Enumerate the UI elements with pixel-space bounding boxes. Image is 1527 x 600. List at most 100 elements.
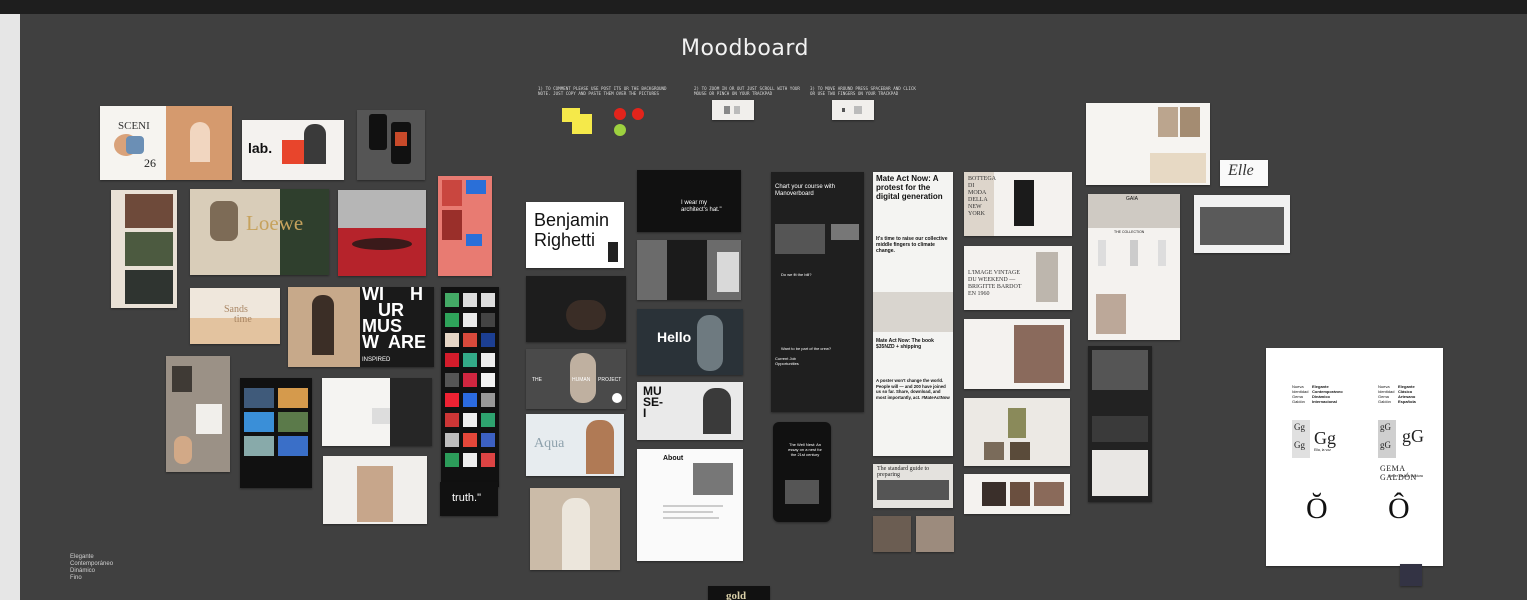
card-fashion-site[interactable]	[322, 378, 432, 446]
card-mate-act-now[interactable]: Mate Act Now: A protest for the digital …	[873, 172, 953, 456]
card-red-grid[interactable]	[438, 176, 492, 276]
keyword-1: Elegante	[70, 554, 94, 560]
hello-text: Hello	[657, 329, 692, 345]
keyword-2: Contemporáneo	[70, 561, 114, 567]
card-photo-blog[interactable]	[240, 378, 312, 488]
spec-name: GEMA GALDÓN	[1380, 464, 1417, 482]
card-gold[interactable]: gold	[708, 586, 770, 600]
mateact-body: It's time to raise our collective middle…	[876, 236, 948, 254]
card-runway-lineup[interactable]	[1194, 195, 1290, 253]
card-chairs[interactable]	[166, 356, 230, 472]
keyword-3: Dinámico	[70, 568, 96, 574]
lab-title: lab.	[248, 140, 273, 156]
card-bottega[interactable]: BOTTEGA DI MODA DELLA NEW YORK	[964, 172, 1072, 236]
bottega-text: BOTTEGA DI MODA DELLA NEW YORK	[968, 176, 996, 217]
card-portrait-grid[interactable]	[323, 456, 427, 524]
truth-text: truth."	[452, 492, 481, 504]
aqua-title: Aqua	[534, 436, 565, 451]
human-mid: HUMAN	[572, 377, 591, 383]
spec-gg-1: Gg	[1294, 422, 1305, 432]
card-mobile-app[interactable]	[357, 110, 425, 180]
spec-gg-4: gG	[1380, 422, 1391, 432]
card-coat[interactable]	[530, 488, 620, 570]
spec-left-label-4: Galdón	[1292, 399, 1305, 404]
top-toolbar	[0, 0, 1527, 14]
manoverboard-q3: Current Job Opportunities	[775, 356, 799, 366]
sands-subtitle: time	[234, 314, 252, 325]
card-hello[interactable]: Hello	[637, 309, 743, 375]
card-aqua[interactable]: Aqua	[526, 414, 624, 476]
card-runway[interactable]	[964, 319, 1070, 389]
card-sands[interactable]: Sands time	[190, 288, 280, 344]
moodboard-canvas[interactable]: Moodboard 1) To comment please use post …	[20, 14, 1527, 600]
spec-glyph-2: Ô	[1388, 492, 1410, 525]
card-lab[interactable]: lab.	[242, 120, 344, 180]
card-green-dress[interactable]	[964, 398, 1070, 466]
card-eye-closeup[interactable]	[338, 190, 426, 276]
manoverboard-headline: Chart your course with Manoverboard	[775, 184, 836, 197]
manoverboard-q2: Want to be part of the crew?	[781, 346, 832, 351]
green-dot-marker[interactable]	[614, 124, 626, 136]
instruction-comment: 1) To comment please use post its or the…	[538, 86, 667, 96]
card-benjamin[interactable]: Benjamin Righetti	[526, 202, 624, 268]
card-about[interactable]: About	[637, 449, 743, 561]
card-muse[interactable]: MUSE-I	[637, 382, 743, 440]
vintage-text: L'IMAGE VINTAGE DU WEEKEND — BRIGITTE BA…	[968, 270, 1022, 297]
gaia-title: GAIA	[1126, 196, 1138, 202]
phone-article-text: The Well Nest: An essay on a nest for th…	[788, 442, 822, 457]
board-title: Moodboard	[681, 36, 809, 61]
card-book-spread-1[interactable]	[873, 516, 911, 552]
card-manoverboard[interactable]: Chart your course with Manoverboard Do w…	[771, 172, 864, 412]
wiurmus-line-6: ARE	[388, 332, 427, 352]
about-title: About	[663, 455, 684, 462]
spec-gg-3: Gg	[1314, 428, 1336, 448]
card-poster-grid[interactable]	[441, 287, 499, 487]
keywords-list: Elegante Contemporáneo Dinámico Fino	[70, 554, 113, 582]
gold-text: gold	[726, 590, 747, 600]
zoom-example-image[interactable]	[712, 100, 754, 120]
card-wiurmus[interactable]: WI H UR MUS W ARE INSPIRED	[288, 287, 434, 367]
card-model-strip[interactable]	[964, 474, 1070, 514]
spec-sub-1: Ella, la voz	[1314, 448, 1331, 452]
card-phone-article[interactable]: The Well Nest: An essay on a nest for th…	[773, 422, 831, 522]
card-vintage[interactable]: L'IMAGE VINTAGE DU WEEKEND — BRIGITTE BA…	[964, 246, 1072, 310]
card-bw-fashion[interactable]	[637, 240, 741, 300]
move-example-image[interactable]	[832, 100, 874, 120]
keyword-4: Fino	[70, 575, 82, 581]
red-dot-marker[interactable]	[614, 108, 626, 120]
instruction-zoom: 2) To zoom in or out just scroll with yo…	[694, 86, 800, 96]
standard-guide-text: The standard guide to preparing	[877, 466, 930, 478]
card-loewe[interactable]: Loewe	[190, 189, 329, 275]
card-book-spread-2[interactable]	[916, 516, 954, 552]
card-script-signature[interactable]: Elle	[1220, 160, 1268, 186]
human-right: PROJECT	[598, 377, 622, 383]
card-type-specimen[interactable]: Nueva Identidad Gema Galdón Elegante Con…	[1266, 348, 1443, 566]
spec-right-label-4: Galdón	[1378, 399, 1391, 404]
card-thumbnail-night[interactable]	[1400, 564, 1422, 586]
red-dot-marker[interactable]	[632, 108, 644, 120]
muse-text: MUSE-I	[643, 384, 664, 420]
sticky-note[interactable]	[572, 114, 592, 134]
card-architect[interactable]: I wear my architect's hat."	[637, 170, 741, 232]
spec-left-val-4: Internacional	[1312, 399, 1337, 404]
card-hand-dark[interactable]	[526, 276, 626, 342]
card-standard-guide[interactable]: The standard guide to preparing	[873, 464, 953, 508]
sceni-title: SCENI	[118, 120, 150, 132]
spec-right-val-4: Española	[1398, 399, 1416, 404]
script-text: Elle	[1228, 162, 1254, 179]
spec-gg-5: gG	[1380, 440, 1391, 450]
human-left: THE	[532, 377, 542, 383]
card-truth[interactable]: truth."	[440, 482, 498, 516]
card-gaia-editorial[interactable]	[1086, 103, 1210, 185]
spec-glyph-1: Ŏ	[1306, 492, 1328, 525]
card-portraits-web[interactable]	[111, 190, 177, 308]
card-sceni[interactable]: SCENI 26	[100, 106, 232, 180]
card-interior-stack[interactable]	[1088, 346, 1152, 502]
mateact-quote: A poster won't change the world. People …	[876, 378, 950, 400]
card-gaia-shop[interactable]: GAIA THE COLLECTION	[1088, 194, 1180, 340]
loewe-title: Loewe	[246, 211, 304, 235]
mateact-book: Mate Act Now: The book $35NZD + shipping	[876, 338, 934, 350]
wiurmus-line-2: H	[410, 287, 423, 304]
card-human-project[interactable]: THE HUMAN PROJECT	[526, 349, 626, 409]
wiurmus-footer: INSPIRED	[362, 357, 391, 363]
